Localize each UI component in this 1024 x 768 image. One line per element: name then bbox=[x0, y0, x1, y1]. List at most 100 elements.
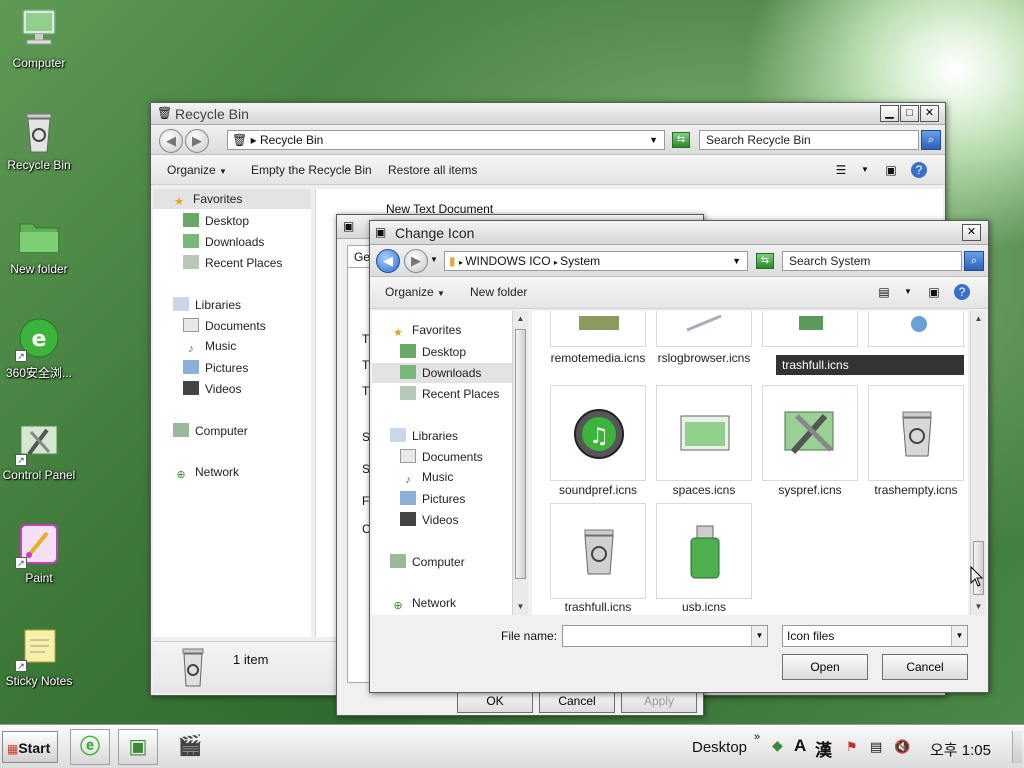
dropdown-arrow-icon[interactable]: ▼ bbox=[951, 626, 967, 646]
open-button[interactable]: Open bbox=[782, 654, 868, 680]
title-bar[interactable]: ▣ Change Icon ✕ bbox=[370, 221, 988, 245]
dropdown-arrow-icon[interactable]: ▼ bbox=[732, 252, 741, 270]
help-icon[interactable]: ? bbox=[954, 284, 970, 300]
file-tile-usb[interactable] bbox=[656, 503, 752, 599]
refresh-icon[interactable]: ⇆ bbox=[672, 132, 690, 148]
address-box[interactable]: ▮ ▸ WINDOWS ICO ▸ System ▼ bbox=[444, 251, 748, 271]
scroll-up-arrow-icon[interactable]: ▲ bbox=[513, 311, 528, 327]
dropdown-arrow-icon[interactable]: ▼ bbox=[900, 284, 916, 300]
minimize-button[interactable]: ▁ bbox=[880, 105, 899, 122]
title-bar[interactable]: 🗑 Recycle Bin ▁ □ ✕ bbox=[151, 103, 945, 125]
scroll-up-arrow-icon[interactable]: ▲ bbox=[971, 311, 986, 327]
file-tile-trashempty[interactable] bbox=[868, 385, 964, 481]
file-type-select[interactable]: Icon files ▼ bbox=[782, 625, 968, 647]
organize-menu[interactable]: Organize ▼ bbox=[167, 163, 227, 177]
dropdown-arrow-icon[interactable]: ▼ bbox=[857, 162, 873, 178]
nav-desktop[interactable]: Desktop bbox=[183, 213, 249, 228]
nav-computer[interactable]: Computer bbox=[390, 554, 465, 569]
nav-desktop[interactable]: Desktop bbox=[400, 344, 466, 359]
search-input[interactable]: Search Recycle Bin bbox=[699, 130, 919, 150]
network-status-icon[interactable]: ▤ bbox=[870, 739, 882, 755]
nav-music[interactable]: ♪ Music bbox=[183, 339, 236, 356]
file-tile[interactable] bbox=[656, 311, 752, 347]
search-input[interactable]: Search System bbox=[782, 251, 962, 271]
nav-recent-places[interactable]: Recent Places bbox=[400, 386, 499, 401]
desktop-icon-computer[interactable]: Computer bbox=[0, 8, 78, 70]
nav-downloads[interactable]: Downloads bbox=[372, 363, 512, 383]
desktop-icon-sticky-notes[interactable]: ↗ Sticky Notes bbox=[0, 626, 78, 688]
ime-mode-a[interactable]: A bbox=[794, 736, 806, 756]
desktop-toolbar-label[interactable]: Desktop bbox=[692, 739, 747, 756]
nav-recent-places[interactable]: Recent Places bbox=[183, 255, 282, 270]
nav-videos[interactable]: Videos bbox=[183, 381, 241, 396]
file-tile-spaces[interactable] bbox=[656, 385, 752, 481]
nav-libraries[interactable]: Libraries bbox=[173, 297, 241, 312]
file-tile-syspref[interactable] bbox=[762, 385, 858, 481]
file-tile[interactable] bbox=[762, 311, 858, 347]
nav-documents[interactable]: Documents bbox=[183, 318, 266, 333]
nav-music[interactable]: ♪ Music bbox=[400, 470, 453, 487]
show-desktop-button[interactable] bbox=[1012, 731, 1022, 763]
file-tile-trashfull[interactable] bbox=[550, 503, 646, 599]
file-name-input[interactable]: ▼ bbox=[562, 625, 768, 647]
scroll-thumb[interactable] bbox=[515, 329, 526, 579]
preview-pane-icon[interactable]: ▣ bbox=[926, 284, 942, 300]
file-tile[interactable] bbox=[868, 311, 964, 347]
address-box[interactable]: 🗑 ▸ Recycle Bin ▼ bbox=[227, 130, 665, 150]
forward-button[interactable]: ▶ bbox=[185, 129, 209, 153]
view-options-icon[interactable]: ▤ bbox=[876, 284, 892, 300]
close-button[interactable]: ✕ bbox=[962, 224, 981, 241]
search-icon[interactable]: ⌕ bbox=[964, 251, 984, 271]
nav-favorites[interactable]: ★ Favorites bbox=[390, 323, 461, 340]
desktop-icon-recycle-bin[interactable]: Recycle Bin bbox=[0, 110, 78, 172]
nav-downloads[interactable]: Downloads bbox=[183, 234, 264, 249]
nav-pictures[interactable]: Pictures bbox=[400, 491, 465, 506]
nav-network[interactable]: ⊕ Network bbox=[390, 596, 456, 613]
back-button[interactable]: ◀ bbox=[159, 129, 183, 153]
change-icon-dialog[interactable]: ▣ Change Icon ✕ ◀ ▶ ▼ ▮ ▸ WINDOWS ICO ▸ … bbox=[369, 220, 989, 693]
start-button[interactable]: ▦Start bbox=[2, 731, 58, 763]
toolbar-expand-icon[interactable]: » bbox=[754, 731, 760, 743]
taskbar-explorer[interactable]: ▣ bbox=[118, 729, 158, 765]
desktop-icon-paint[interactable]: ↗ Paint bbox=[0, 523, 78, 585]
dropdown-arrow-icon[interactable]: ▼ bbox=[649, 131, 658, 149]
breadcrumb-item[interactable]: WINDOWS ICO bbox=[465, 254, 550, 268]
close-button[interactable]: ✕ bbox=[920, 105, 939, 122]
taskbar-360-browser[interactable]: ⓔ bbox=[70, 729, 110, 765]
language-bar-icon[interactable]: ◆ bbox=[772, 737, 783, 754]
help-icon[interactable]: ? bbox=[911, 162, 927, 178]
taskbar-media-player[interactable]: 🎬 bbox=[170, 729, 210, 765]
recent-pages-arrow-icon[interactable]: ▼ bbox=[430, 255, 438, 264]
nav-computer[interactable]: Computer bbox=[173, 423, 248, 438]
scroll-down-arrow-icon[interactable]: ▼ bbox=[971, 599, 986, 615]
nav-scrollbar[interactable]: ▲ ▼ bbox=[512, 311, 528, 615]
organize-menu[interactable]: Organize ▼ bbox=[385, 285, 445, 299]
nav-documents[interactable]: Documents bbox=[400, 449, 483, 464]
maximize-button[interactable]: □ bbox=[900, 105, 919, 122]
nav-pictures[interactable]: Pictures bbox=[183, 360, 248, 375]
restore-all-button[interactable]: Restore all items bbox=[388, 163, 477, 177]
dropdown-arrow-icon[interactable]: ▼ bbox=[751, 626, 767, 646]
forward-button[interactable]: ▶ bbox=[404, 249, 428, 273]
file-tile-soundpref[interactable]: ♫ bbox=[550, 385, 646, 481]
desktop-icon-control-panel[interactable]: ↗ Control Panel bbox=[0, 420, 78, 482]
nav-libraries[interactable]: Libraries bbox=[390, 428, 458, 443]
clock[interactable]: 오후 1:05 bbox=[930, 739, 991, 760]
nav-network[interactable]: ⊕ Network bbox=[173, 465, 239, 482]
action-center-flag-icon[interactable]: ⚑ bbox=[846, 739, 858, 755]
nav-videos[interactable]: Videos bbox=[400, 512, 458, 527]
cancel-button[interactable]: Cancel bbox=[882, 654, 968, 680]
search-icon[interactable]: ⌕ bbox=[921, 130, 941, 150]
scroll-down-arrow-icon[interactable]: ▼ bbox=[513, 599, 528, 615]
empty-recycle-bin-button[interactable]: Empty the Recycle Bin bbox=[251, 163, 372, 177]
desktop-icon-new-folder[interactable]: New folder bbox=[0, 214, 78, 276]
view-options-icon[interactable]: ☰ bbox=[833, 162, 849, 178]
refresh-icon[interactable]: ⇆ bbox=[756, 253, 774, 269]
desktop-icon-360-browser[interactable]: e ↗ 360安全浏... bbox=[0, 316, 78, 381]
volume-muted-icon[interactable]: 🔇 bbox=[894, 739, 910, 755]
file-tile[interactable] bbox=[550, 311, 646, 347]
preview-pane-icon[interactable]: ▣ bbox=[883, 162, 899, 178]
nav-favorites[interactable]: ★ Favorites bbox=[153, 189, 311, 209]
ime-hanja[interactable]: 漢 bbox=[815, 736, 832, 761]
new-folder-button[interactable]: New folder bbox=[470, 285, 527, 299]
